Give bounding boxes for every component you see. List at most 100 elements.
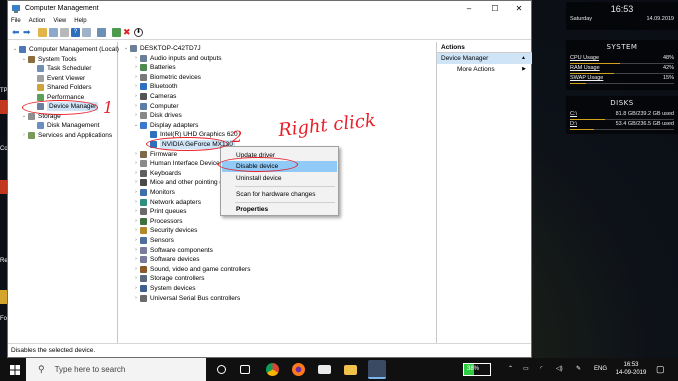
computer-management-taskbar-icon[interactable] — [368, 360, 386, 379]
console-tree-item[interactable]: Event Viewer — [29, 74, 85, 83]
chevron-right-icon[interactable]: › — [132, 198, 140, 207]
chevron-right-icon[interactable]: › — [132, 188, 140, 197]
chevron-right-icon[interactable]: › — [20, 131, 28, 140]
menu-view[interactable]: View — [53, 16, 66, 26]
back-icon[interactable]: ⬅ — [12, 28, 21, 37]
chevron-right-icon[interactable]: › — [132, 102, 140, 111]
uninstall-icon[interactable]: ✖ — [123, 28, 132, 37]
firefox-icon[interactable] — [292, 363, 305, 376]
language-indicator[interactable]: ENG — [594, 358, 607, 381]
console-tree-icon[interactable] — [49, 28, 58, 37]
show-hidden-icons-icon[interactable]: ⌃ — [508, 358, 513, 381]
chevron-down-icon[interactable]: ⌄ — [20, 112, 28, 121]
console-tree-item[interactable]: Shared Folders — [29, 83, 91, 92]
device-category[interactable]: › Keyboards — [132, 169, 181, 178]
actions-section-device-manager[interactable]: Device Manager ▲ — [437, 53, 532, 64]
chrome-icon[interactable] — [266, 363, 279, 376]
device-category[interactable]: › Biometric devices — [132, 73, 201, 82]
collapse-icon[interactable]: ▲ — [521, 53, 526, 64]
close-button[interactable]: ✕ — [506, 1, 532, 16]
device-category[interactable]: › System devices — [132, 284, 196, 293]
menu-item-uninstall-device[interactable]: Uninstall device — [222, 173, 337, 184]
console-tree-item[interactable]: ⌄ Computer Management (Local) — [11, 45, 119, 54]
chevron-right-icon[interactable]: › — [132, 217, 140, 226]
notifications-icon[interactable]: ▢ — [656, 358, 665, 381]
device-category[interactable]: › Bluetooth — [132, 82, 177, 91]
menu-help[interactable]: Help — [74, 16, 86, 26]
wifi-icon[interactable]: ◜ — [540, 358, 542, 381]
menu-item-scan-hardware[interactable]: Scan for hardware changes — [222, 189, 337, 200]
download-icon[interactable]: ⬇ — [134, 28, 143, 37]
chevron-right-icon[interactable]: › — [132, 178, 140, 187]
pen-icon[interactable]: ✎ — [576, 358, 581, 381]
chevron-right-icon[interactable]: › — [132, 274, 140, 283]
menu-file[interactable]: File — [11, 16, 21, 26]
device-category[interactable]: › Storage controllers — [132, 274, 205, 283]
device-category[interactable]: › Audio inputs and outputs — [132, 54, 222, 63]
device-category[interactable]: › Sound, video and game controllers — [132, 265, 250, 274]
clock[interactable]: 16:53 14-09-2019 — [614, 358, 648, 381]
device-category[interactable]: › Security devices — [132, 226, 197, 235]
volume-icon[interactable]: ◁) — [556, 358, 563, 381]
task-view-icon[interactable] — [240, 365, 250, 374]
device-category[interactable]: › Processors — [132, 217, 183, 226]
update-driver-icon[interactable] — [112, 28, 121, 37]
chevron-right-icon[interactable]: › — [132, 265, 140, 274]
device-category[interactable]: › Monitors — [132, 188, 175, 197]
mail-icon[interactable] — [318, 365, 331, 374]
device-category[interactable]: › Disk drives — [132, 111, 182, 120]
console-tree-item[interactable]: ⌄ System Tools — [20, 55, 77, 64]
chevron-right-icon[interactable]: › — [132, 236, 140, 245]
chevron-right-icon[interactable]: › — [132, 73, 140, 82]
chevron-down-icon[interactable]: ⌄ — [122, 44, 130, 53]
chevron-right-icon[interactable]: › — [132, 159, 140, 168]
console-tree-item[interactable]: Disk Management — [29, 121, 99, 130]
battery-indicator[interactable]: 38% — [463, 363, 491, 376]
chevron-right-icon[interactable]: › — [132, 294, 140, 303]
device-category[interactable]: › Software components — [132, 246, 213, 255]
console-tree-item[interactable]: Task Scheduler — [29, 64, 91, 73]
device-category[interactable]: › Sensors — [132, 236, 174, 245]
monitor-icon[interactable] — [97, 28, 106, 37]
chevron-right-icon[interactable]: › — [132, 284, 140, 293]
device-category[interactable]: › Batteries — [132, 63, 176, 72]
forward-icon[interactable]: ➡ — [23, 28, 32, 37]
chevron-right-icon[interactable]: › — [132, 150, 140, 159]
minimize-button[interactable]: – — [456, 1, 482, 16]
properties-icon[interactable] — [60, 28, 69, 37]
device-category[interactable]: › Software devices — [132, 255, 200, 264]
up-folder-icon[interactable] — [38, 28, 47, 37]
show-hide-icon[interactable] — [82, 28, 91, 37]
chevron-right-icon[interactable]: › — [132, 246, 140, 255]
chevron-right-icon[interactable]: › — [132, 255, 140, 264]
menu-item-properties[interactable]: Properties — [222, 204, 337, 215]
device-category[interactable]: › Firmware — [132, 150, 177, 159]
taskbar-search-box[interactable]: ⚲ Type here to search — [26, 358, 206, 381]
device-category[interactable]: › Universal Serial Bus controllers — [132, 294, 240, 303]
chevron-down-icon[interactable]: ⌄ — [11, 45, 19, 54]
chevron-down-icon[interactable]: ⌄ — [20, 55, 28, 64]
chevron-right-icon[interactable]: › — [132, 169, 140, 178]
console-tree-item[interactable]: › Services and Applications — [20, 131, 112, 140]
more-actions-item[interactable]: More Actions ▶ — [437, 64, 532, 75]
chevron-right-icon[interactable]: › — [132, 63, 140, 72]
chevron-down-icon[interactable]: ⌄ — [132, 121, 140, 130]
cortana-icon[interactable] — [217, 365, 226, 374]
device-tree-root[interactable]: ⌄ DESKTOP-C42TD7J — [122, 44, 201, 53]
device-category[interactable]: › Print queues — [132, 207, 187, 216]
device-category[interactable]: ⌄ Display adapters — [132, 121, 198, 130]
network-icon[interactable]: ▭ — [523, 358, 529, 381]
menu-action[interactable]: Action — [29, 16, 46, 26]
chevron-right-icon[interactable]: › — [132, 82, 140, 91]
device-category[interactable]: › Network adapters — [132, 198, 201, 207]
chevron-right-icon[interactable]: › — [132, 226, 140, 235]
help-icon[interactable]: ? — [71, 28, 80, 37]
chevron-right-icon[interactable]: › — [132, 92, 140, 101]
chevron-right-icon[interactable]: › — [132, 111, 140, 120]
file-explorer-icon[interactable] — [344, 365, 357, 375]
maximize-button[interactable]: ☐ — [482, 1, 508, 16]
title-bar[interactable]: Computer Management – ☐ ✕ — [8, 1, 531, 16]
device-category[interactable]: › Human Interface Devices — [132, 159, 223, 168]
windows-start-icon[interactable] — [10, 365, 20, 375]
chevron-right-icon[interactable]: › — [132, 207, 140, 216]
